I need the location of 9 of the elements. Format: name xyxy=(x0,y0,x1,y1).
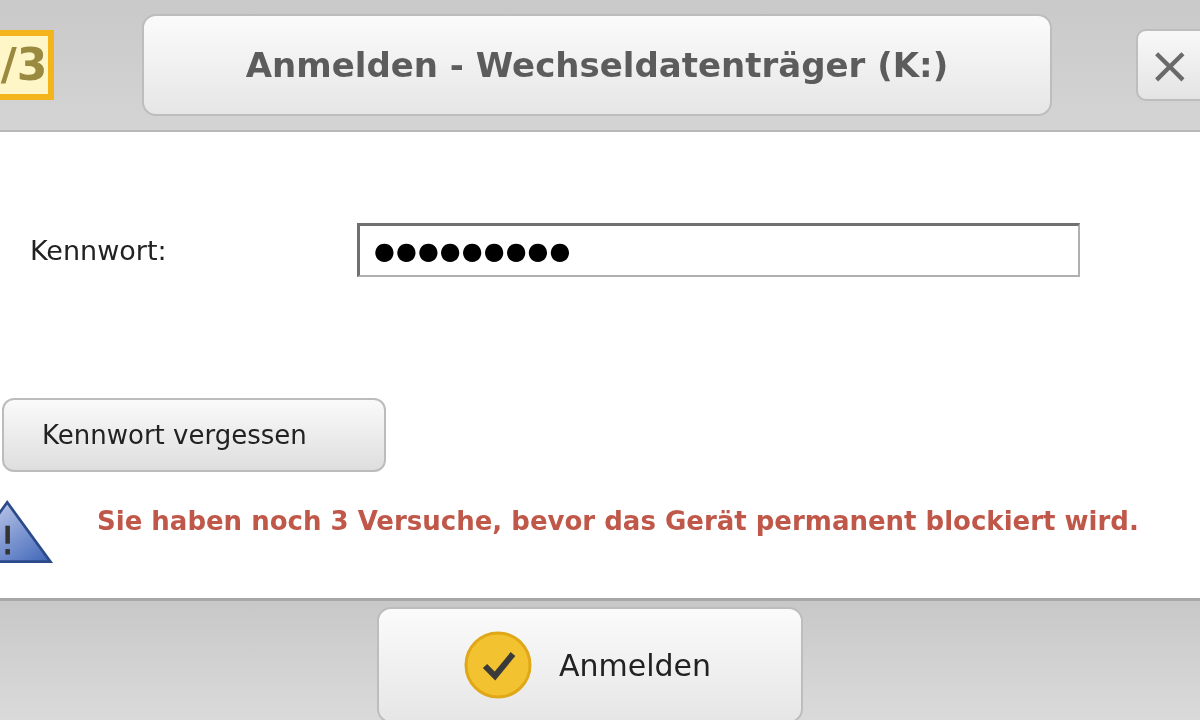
password-field[interactable]: ●●●●●●●●● xyxy=(357,223,1080,277)
logo: /3 xyxy=(0,30,54,100)
forgot-password-button[interactable]: Kennwort vergessen xyxy=(2,398,386,472)
checkmark-icon xyxy=(463,630,533,700)
warning-message: Sie haben noch 3 Versuche, bevor das Gerät permanent blockiert wird. xyxy=(97,505,1140,538)
password-label: Kennwort: xyxy=(30,234,168,266)
close-button[interactable]: × xyxy=(1136,29,1200,101)
login-button[interactable]: Anmelden xyxy=(377,607,803,720)
window-title: Anmelden - Wechseldatenträger (K:) xyxy=(142,14,1052,116)
